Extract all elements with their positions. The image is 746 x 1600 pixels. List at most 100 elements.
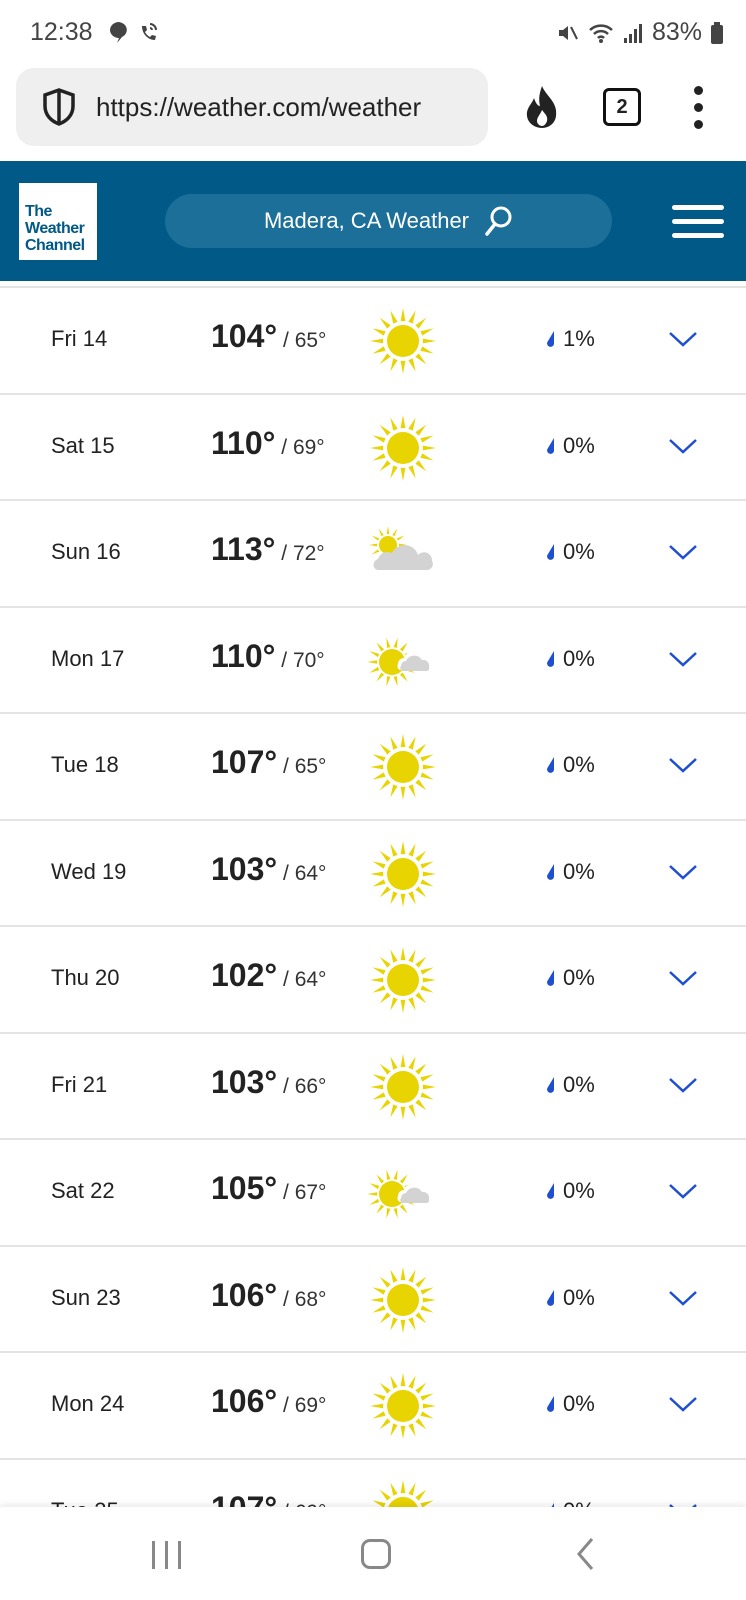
browser-menu-icon[interactable] bbox=[694, 86, 703, 129]
sunny-icon bbox=[368, 413, 438, 483]
weather-channel-logo[interactable]: The Weather Channel bbox=[19, 183, 97, 260]
raindrop-icon bbox=[547, 544, 554, 560]
chevron-down-icon[interactable] bbox=[668, 543, 698, 561]
temp-separator: / bbox=[275, 648, 293, 672]
forecast-row[interactable]: Fri 21 103° / 66° 0% bbox=[0, 1034, 746, 1140]
sunny-icon bbox=[368, 1371, 438, 1441]
high-temp: 104° bbox=[211, 318, 278, 354]
hamburger-menu-icon[interactable] bbox=[672, 205, 724, 238]
forecast-row[interactable]: Mon 24 106° / 69° 0% bbox=[0, 1353, 746, 1460]
raindrop-icon bbox=[547, 757, 554, 773]
high-temp: 106° bbox=[211, 1383, 278, 1419]
forecast-row[interactable]: Thu 20 102° / 64° 0% bbox=[0, 927, 746, 1034]
mute-vibrate-icon bbox=[558, 25, 578, 40]
shield-icon[interactable] bbox=[38, 86, 80, 128]
high-temp: 103° bbox=[211, 850, 278, 887]
raindrop-icon bbox=[547, 1289, 554, 1306]
day-label: Fri 21 bbox=[51, 1071, 108, 1097]
temp-separator: / bbox=[275, 542, 293, 565]
sunny-icon bbox=[368, 732, 438, 802]
chevron-down-icon[interactable] bbox=[668, 1289, 698, 1307]
temp-separator: / bbox=[277, 968, 295, 991]
low-temp: 66° bbox=[294, 1074, 327, 1098]
temp-separator: / bbox=[277, 1074, 295, 1098]
chevron-down-icon[interactable] bbox=[668, 650, 698, 668]
temperature: 105° / 67° bbox=[211, 1170, 326, 1207]
precipitation: 0% bbox=[545, 1072, 595, 1098]
temperature: 102° / 64° bbox=[211, 957, 326, 994]
raindrop-icon bbox=[547, 863, 554, 880]
partly-cloudy-icon bbox=[367, 626, 438, 696]
clock: 12:38 bbox=[30, 18, 93, 46]
forecast-row[interactable]: Fri 14 104° / 65° 1% bbox=[0, 288, 746, 395]
precip-chance: 0% bbox=[563, 1498, 595, 1508]
temp-separator: / bbox=[277, 1181, 295, 1204]
forecast-row[interactable]: Sat 15 110° / 69° 0% bbox=[0, 395, 746, 501]
chevron-down-icon[interactable] bbox=[668, 437, 698, 455]
temperature: 103° / 64° bbox=[211, 851, 326, 888]
raindrop-icon bbox=[547, 1396, 554, 1412]
precipitation: 0% bbox=[545, 965, 595, 991]
precipitation: 0% bbox=[545, 539, 595, 565]
high-temp: 107° bbox=[211, 744, 278, 780]
forecast-row[interactable]: Sun 16 113° / 72° 0% bbox=[0, 501, 746, 608]
temperature: 106° / 69° bbox=[211, 1383, 326, 1420]
temperature: 103° / 66° bbox=[211, 1064, 326, 1101]
forecast-row[interactable]: Tue 18 107° / 65° 0% bbox=[0, 714, 746, 821]
precip-chance: 0% bbox=[563, 539, 595, 564]
home-icon[interactable] bbox=[361, 1539, 391, 1569]
raindrop-icon bbox=[547, 437, 554, 454]
location-search-label: Madera, CA Weather bbox=[263, 208, 470, 233]
address-bar[interactable]: https://weather.com/weather bbox=[16, 68, 488, 146]
forecast-row[interactable]: Sat 22 105° / 67° 0% bbox=[0, 1140, 746, 1247]
temp-separator: / bbox=[277, 329, 295, 352]
precipitation: 0% bbox=[545, 752, 595, 778]
day-label: Tue 25 bbox=[51, 1498, 119, 1508]
day-label: Sun 23 bbox=[51, 1284, 121, 1310]
chevron-down-icon[interactable] bbox=[668, 1076, 698, 1094]
day-label: Sat 22 bbox=[51, 1178, 115, 1203]
raindrop-icon bbox=[547, 1183, 554, 1199]
day-label: Fri 14 bbox=[51, 326, 108, 351]
forecast-row[interactable]: Tue 25 107° / 69° 0% bbox=[0, 1460, 746, 1508]
wifi-icon bbox=[589, 23, 613, 43]
high-temp: 107° bbox=[211, 1490, 277, 1508]
precip-chance: 0% bbox=[563, 858, 595, 884]
day-label: Sat 15 bbox=[51, 432, 115, 458]
recent-apps-icon[interactable] bbox=[152, 1541, 181, 1569]
high-temp: 103° bbox=[211, 1063, 278, 1100]
high-temp: 105° bbox=[211, 1170, 278, 1206]
temperature: 107° / 69° bbox=[211, 1490, 326, 1508]
temperature: 107° / 65° bbox=[211, 744, 326, 781]
wifi-call-icon bbox=[142, 23, 157, 40]
search-icon bbox=[485, 206, 512, 236]
precip-chance: 0% bbox=[563, 752, 595, 777]
raindrop-icon bbox=[547, 331, 554, 347]
temperature: 106° / 68° bbox=[211, 1277, 326, 1314]
tab-switcher-button[interactable]: 2 bbox=[603, 88, 641, 126]
temperature: 104° / 65° bbox=[211, 318, 326, 355]
low-temp: 65° bbox=[294, 329, 327, 352]
url-text[interactable]: https://weather.com/weather bbox=[96, 92, 466, 123]
partly-cloudy-icon bbox=[367, 1158, 438, 1228]
precip-chance: 0% bbox=[563, 645, 595, 671]
precipitation: 0% bbox=[545, 1391, 595, 1417]
chevron-down-icon[interactable] bbox=[668, 330, 698, 348]
back-icon[interactable] bbox=[575, 1537, 595, 1571]
forecast-row[interactable]: Sun 23 106° / 68° 0% bbox=[0, 1247, 746, 1353]
chevron-down-icon[interactable] bbox=[668, 756, 698, 774]
precip-chance: 0% bbox=[563, 965, 595, 990]
chevron-down-icon[interactable] bbox=[668, 1182, 698, 1200]
forecast-row[interactable]: Wed 19 103° / 64° 0% bbox=[0, 821, 746, 927]
high-temp: 113° bbox=[211, 531, 276, 567]
day-label: Mon 17 bbox=[51, 645, 125, 671]
chevron-down-icon[interactable] bbox=[668, 969, 698, 987]
high-temp: 110° bbox=[211, 637, 276, 674]
precipitation: 0% bbox=[545, 1178, 595, 1204]
forecast-row[interactable]: Mon 17 110° / 70° 0% bbox=[0, 608, 746, 714]
flame-icon[interactable] bbox=[522, 84, 562, 130]
mostly-cloudy-icon bbox=[368, 519, 438, 589]
chevron-down-icon[interactable] bbox=[668, 1395, 698, 1413]
chevron-down-icon[interactable] bbox=[668, 863, 698, 881]
location-search-button[interactable]: Madera, CA Weather bbox=[165, 194, 612, 248]
